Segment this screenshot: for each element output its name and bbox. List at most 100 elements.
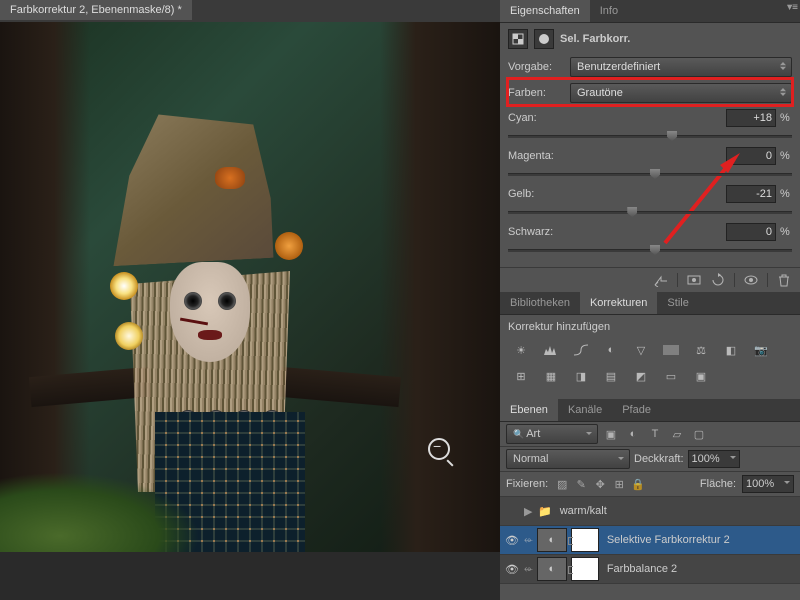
slider-track[interactable] <box>508 129 792 143</box>
slider-label: Schwarz: <box>508 226 553 238</box>
filter-type-icon[interactable]: T <box>646 425 664 443</box>
layer-item[interactable]: 👁 ⬰ ◐ Selektive Farbkorrektur 2 <box>500 526 800 555</box>
percent-label: % <box>780 150 792 162</box>
fill-input[interactable]: 100% <box>742 475 794 493</box>
posterize-icon[interactable]: ▤ <box>598 365 624 387</box>
properties-footer <box>500 267 800 292</box>
hue-saturation-icon[interactable] <box>658 339 684 361</box>
tab-eigenschaften[interactable]: Eigenschaften <box>500 0 590 22</box>
layer-name[interactable]: Selektive Farbkorrektur 2 <box>607 534 730 546</box>
trash-icon[interactable] <box>776 273 792 287</box>
layer-filter-dropdown[interactable]: Art <box>506 424 598 444</box>
lock-label: Fixieren: <box>506 478 548 490</box>
slider-thumb[interactable] <box>667 131 677 141</box>
filter-adjustment-icon[interactable]: ◐ <box>624 425 642 443</box>
slider-thumb[interactable] <box>627 207 637 217</box>
filter-shape-icon[interactable]: ▱ <box>668 425 686 443</box>
colors-dropdown[interactable]: Grautöne <box>570 83 792 103</box>
layer-name[interactable]: Farbbalance 2 <box>607 563 677 575</box>
color-lookup-icon[interactable]: ▦ <box>538 365 564 387</box>
lock-all-icon[interactable]: 🔒 <box>630 476 646 492</box>
layer-name[interactable]: warm/kalt <box>560 505 607 517</box>
threshold-icon[interactable]: ◩ <box>628 365 654 387</box>
panel-dock: Eigenschaften Info ▾≡ Sel. Farbkorr. Vor… <box>500 0 800 600</box>
panel-menu-icon[interactable]: ▾≡ <box>787 2 798 13</box>
blend-mode-dropdown[interactable]: Normal <box>506 449 630 469</box>
slider-label: Cyan: <box>508 112 537 124</box>
lock-position-icon[interactable]: ✥ <box>592 476 608 492</box>
preset-label: Vorgabe: <box>508 61 564 73</box>
slider-track[interactable] <box>508 167 792 181</box>
slider-row: Gelb:-21% <box>508 185 792 219</box>
slider-thumb[interactable] <box>650 245 660 255</box>
vibrance-icon[interactable]: ▽ <box>628 339 654 361</box>
reset-icon[interactable] <box>710 273 726 287</box>
tab-korrekturen[interactable]: Korrekturen <box>580 292 657 314</box>
photo-filter-icon[interactable]: 📷 <box>748 339 774 361</box>
layers-tabs: Ebenen Kanäle Pfade ▾≡ <box>500 399 800 422</box>
document-tab[interactable]: Farbkorrektur 2, Ebenenmaske/8) * <box>0 0 192 20</box>
exposure-icon[interactable]: ◐ <box>598 339 624 361</box>
percent-label: % <box>780 226 792 238</box>
layer-item[interactable]: 👁 ⬰ ◐ Farbbalance 2 <box>500 555 800 584</box>
fill-label: Fläche: <box>700 478 736 490</box>
slider-value-input[interactable]: -21 <box>726 185 776 203</box>
lock-pixels-icon[interactable]: ✎ <box>573 476 589 492</box>
link-icon[interactable]: ⬰ <box>524 563 533 576</box>
zoom-out-icon[interactable] <box>428 438 450 460</box>
visibility-icon[interactable] <box>743 273 759 287</box>
mask-view-icon[interactable] <box>534 29 554 49</box>
clip-to-layer-icon[interactable] <box>653 273 669 287</box>
visibility-toggle[interactable]: 👁 <box>504 534 520 547</box>
canvas-area[interactable] <box>0 22 500 600</box>
image-photo <box>0 22 500 552</box>
tab-kanaele[interactable]: Kanäle <box>558 399 612 421</box>
adjustment-thumb[interactable]: ◐ <box>537 528 567 552</box>
selective-color-adj-icon[interactable]: ▣ <box>688 365 714 387</box>
slider-row: Magenta: 0% <box>508 147 792 181</box>
opacity-input[interactable]: 100% <box>688 450 740 468</box>
black-white-icon[interactable]: ◧ <box>718 339 744 361</box>
mask-thumb[interactable] <box>571 528 599 552</box>
slider-label: Magenta: <box>508 150 554 162</box>
visibility-toggle[interactable]: 👁 <box>504 563 520 576</box>
tab-stile[interactable]: Stile <box>657 292 698 314</box>
curves-icon[interactable] <box>568 339 594 361</box>
filter-smart-icon[interactable]: ▢ <box>690 425 708 443</box>
tab-pfade[interactable]: Pfade <box>612 399 661 421</box>
corrections-tabs: Bibliotheken Korrekturen Stile ▾≡ <box>500 292 800 315</box>
disclosure-triangle-icon[interactable]: ▶ <box>524 505 534 518</box>
slider-value-input[interactable]: +18 <box>726 109 776 127</box>
slider-track[interactable] <box>508 243 792 257</box>
tab-bibliotheken[interactable]: Bibliotheken <box>500 292 580 314</box>
channel-mixer-icon[interactable]: ⊞ <box>508 365 534 387</box>
properties-panel: Sel. Farbkorr. Vorgabe: Benutzerdefinier… <box>500 23 800 267</box>
lock-artboard-icon[interactable]: ⊞ <box>611 476 627 492</box>
slider-value-input[interactable]: 0 <box>726 223 776 241</box>
color-balance-icon[interactable]: ⚖ <box>688 339 714 361</box>
link-icon[interactable]: ⬰ <box>524 534 533 547</box>
view-previous-icon[interactable] <box>686 273 702 287</box>
lock-transparency-icon[interactable]: ▨ <box>554 476 570 492</box>
tab-ebenen[interactable]: Ebenen <box>500 399 558 421</box>
levels-icon[interactable] <box>538 339 564 361</box>
slider-track[interactable] <box>508 205 792 219</box>
invert-icon[interactable]: ◨ <box>568 365 594 387</box>
slider-value-input[interactable]: 0 <box>726 147 776 165</box>
properties-tabs: Eigenschaften Info ▾≡ <box>500 0 800 23</box>
folder-icon: 📁 <box>538 505 552 518</box>
layer-item[interactable]: ▶ 📁 warm/kalt <box>500 497 800 526</box>
preset-dropdown[interactable]: Benutzerdefiniert <box>570 57 792 77</box>
slider-thumb[interactable] <box>650 169 660 179</box>
adjustment-title: Sel. Farbkorr. <box>560 33 630 45</box>
brightness-contrast-icon[interactable]: ☀ <box>508 339 534 361</box>
slider-label: Gelb: <box>508 188 534 200</box>
corrections-panel: Korrektur hinzufügen ☀ ◐ ▽ ⚖ ◧ 📷 ⊞ ▦ ◨ ▤… <box>500 315 800 399</box>
selective-color-icon[interactable] <box>508 29 528 49</box>
filter-pixel-icon[interactable]: ▣ <box>602 425 620 443</box>
adjustment-thumb[interactable]: ◐ <box>537 557 567 581</box>
mask-thumb[interactable] <box>571 557 599 581</box>
gradient-map-icon[interactable]: ▭ <box>658 365 684 387</box>
slider-row: Schwarz: 0% <box>508 223 792 257</box>
tab-info[interactable]: Info <box>590 0 628 22</box>
